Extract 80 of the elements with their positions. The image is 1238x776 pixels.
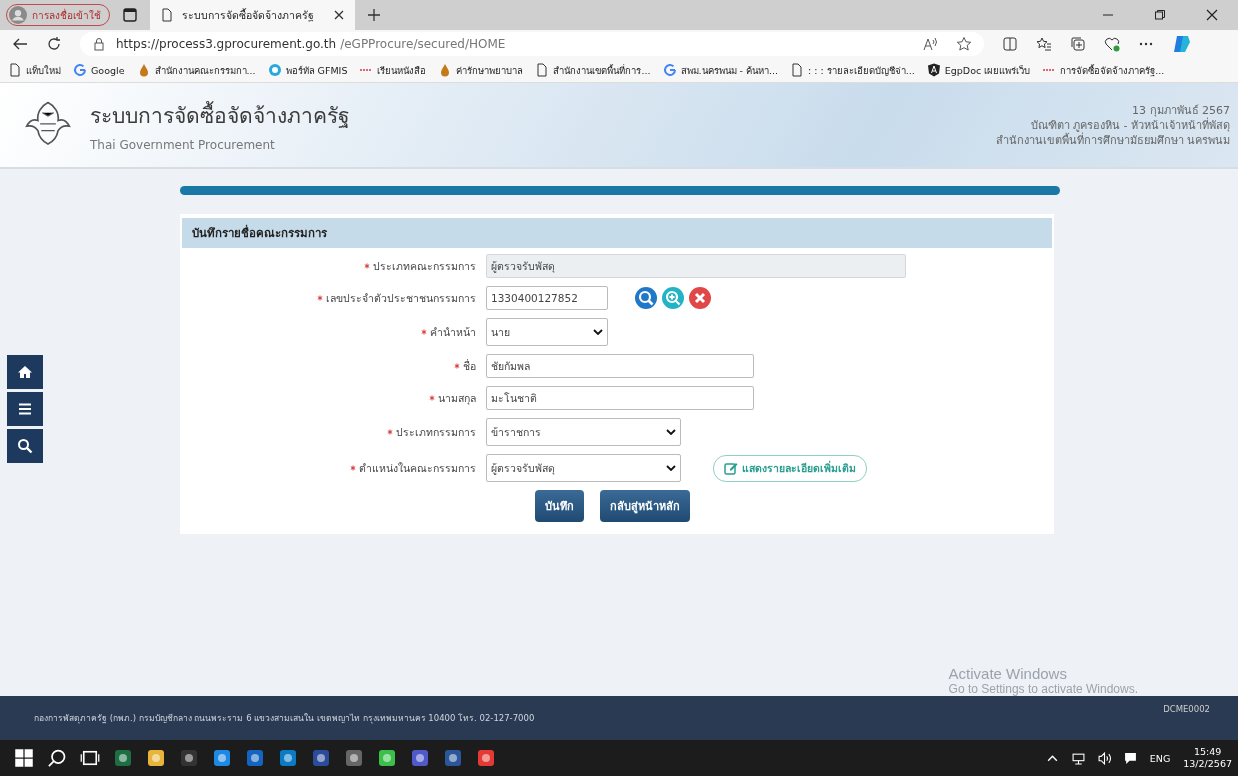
page-icon (8, 63, 22, 77)
title-dropdown[interactable]: นาย (486, 318, 608, 346)
back-icon[interactable] (12, 36, 28, 52)
shield-a-icon (926, 63, 941, 77)
form-title: บันทึกรายชื่อคณะกรรมการ (182, 218, 1052, 248)
collections-icon[interactable] (1070, 36, 1086, 52)
copilot-icon[interactable] (1172, 34, 1192, 54)
bookmark-link[interactable]: : : : รายละเอียดบัญชีจ่า... (790, 62, 915, 78)
form-button[interactable]: กลับสู่หน้าหลัก (600, 490, 690, 522)
dropdown[interactable]: ข้าราชการ (486, 418, 681, 446)
home-button[interactable] (7, 355, 43, 389)
input-language[interactable]: ENG (1149, 752, 1171, 764)
field-label: ชื่อ (463, 358, 476, 374)
split-screen-icon[interactable] (1002, 36, 1018, 52)
home-icon (17, 364, 33, 380)
field-label: ประเภทคณะกรรมการ (373, 258, 476, 274)
bookmark-link[interactable]: เรียนหนังสือ (359, 62, 427, 78)
site-subtitle: Thai Government Procurement (90, 137, 276, 152)
search-icon[interactable] (47, 748, 67, 768)
field-label: ตำแหน่งในคณะกรรมการ (359, 460, 476, 476)
browser-tab[interactable]: ระบบการจัดซื้อจัดจ้างภาครัฐ (150, 0, 355, 30)
bookmark-link[interactable]: การจัดซื้อจัดจ้างภาครัฐ... (1042, 62, 1165, 78)
reload-icon[interactable] (46, 36, 62, 52)
page-icon (160, 8, 174, 22)
close-icon[interactable] (1206, 9, 1218, 21)
text-field[interactable]: ชัยกัมพล (486, 354, 754, 378)
chevron-down-icon (666, 465, 676, 471)
search-icon (17, 438, 33, 454)
field-label: นามสกุล (438, 390, 476, 407)
favorites-icon[interactable] (1036, 36, 1052, 52)
edit-icon (724, 461, 738, 475)
form-button[interactable]: บันทึก (535, 490, 584, 522)
bookmark-link[interactable]: EgpDoc เผยแพร่เว็บ (926, 62, 1031, 78)
bookmark-link[interactable]: Google (73, 63, 125, 77)
speaker-icon[interactable] (1097, 751, 1111, 765)
activation-title: Activate Windows (948, 665, 1068, 682)
page-icon (535, 63, 550, 77)
google-g-icon (662, 63, 677, 77)
bookmark-link[interactable]: สำนักงานคณะกรรมกา... (136, 62, 256, 78)
bookmark-link[interactable]: พอร์ทัล GFMIS (267, 62, 348, 78)
user-avatar-icon (9, 6, 27, 24)
notification-icon[interactable] (1123, 751, 1137, 765)
activation-hint: Go to Settings to activate Windows. (948, 682, 1138, 696)
menu-button[interactable] (7, 392, 43, 426)
heart-pulse-icon[interactable] (1104, 36, 1120, 52)
page-code: DCME0002 (1163, 704, 1210, 714)
google-g-icon (73, 63, 87, 77)
windows-start-icon[interactable] (14, 748, 34, 768)
readonly-field: ผู้ตรวจรับพัสดุ (486, 254, 906, 278)
lock-icon (92, 37, 106, 51)
chevron-down-icon (593, 329, 603, 335)
new-tab-icon[interactable] (367, 8, 381, 22)
field-label: เลขประจำตัวประชาชนกรรมการ (326, 290, 476, 306)
field-label: คำนำหน้า (430, 324, 476, 340)
bookmark-link[interactable]: ค่ารักษาพยาบาล (438, 62, 524, 78)
clear-icon[interactable] (688, 286, 712, 310)
search-button[interactable] (7, 429, 43, 463)
clock[interactable]: 15:49 13/2/2567 (1183, 746, 1232, 770)
chevron-down-icon (666, 429, 676, 435)
close-icon[interactable] (333, 9, 345, 21)
network-icon[interactable] (1071, 751, 1085, 765)
bookmark-link[interactable]: สพม.นครพนม - ค้นหา... (662, 62, 779, 78)
tab-actions-icon[interactable] (122, 7, 138, 23)
office-name: สำนักงานเขตพื้นที่การศึกษามัธยมศึกษา นครพนม (995, 132, 1230, 148)
restore-icon[interactable] (1154, 9, 1166, 21)
text-field[interactable]: มะโนชาติ (486, 386, 754, 410)
bookmark-link[interactable]: แท็บใหม่ (8, 62, 61, 78)
star-icon[interactable] (956, 36, 972, 52)
task-view-icon[interactable] (80, 748, 100, 768)
page-icon (790, 63, 805, 77)
menu-icon (17, 401, 33, 417)
dropdown[interactable]: ผู้ตรวจรับพัสดุ (486, 454, 681, 482)
field-label: ประเภทกรรมการ (396, 424, 476, 440)
id-input-field[interactable]: 1330400127852 (486, 286, 608, 310)
address-field[interactable]: https://process3.gprocurement.go.th /eGPProcure/secured/HOME (80, 32, 984, 56)
read-aloud-icon[interactable] (922, 36, 938, 52)
site-title: ระบบการจัดซื้อจัดจ้างภาครัฐ (90, 100, 350, 130)
current-date: 13 กุมภาพันธ์ 2567 (1132, 102, 1230, 117)
bookmark-link[interactable]: สำนักงานเขตพื้นที่การ... (535, 62, 651, 78)
footer-address: กองการพัสดุภาครัฐ (กพภ.) กรมบัญชีกลาง ถนนพระราม 6 แขวงสามเสนใน เขตพญาไท กรุงเทพมหานคร 10400 โทร. 02-127-7000 (34, 712, 535, 725)
